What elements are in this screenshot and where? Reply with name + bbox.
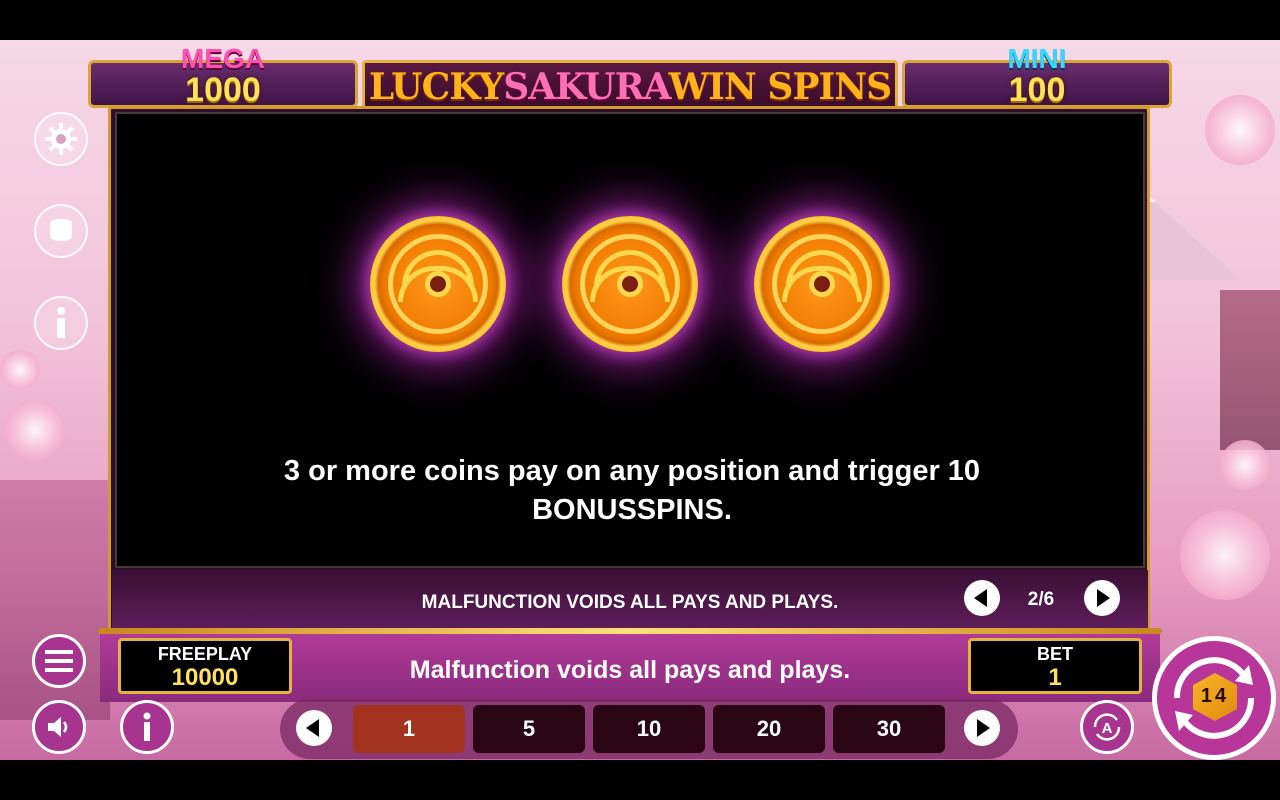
prev-page-button[interactable] [964, 580, 1000, 616]
blossom-decoration [1220, 440, 1270, 490]
balance-label: FREEPLAY [157, 644, 253, 664]
gear-icon[interactable] [34, 112, 88, 166]
chevron-right-icon [977, 719, 990, 737]
svg-text:A: A [1102, 720, 1113, 737]
gold-rail-divider [98, 628, 1162, 634]
bonus-coin-icon [754, 216, 890, 352]
bet-option[interactable]: 20 [713, 705, 825, 753]
chevron-left-icon [974, 589, 987, 607]
blossom-decoration [1180, 510, 1270, 600]
bet-prev-button[interactable] [296, 710, 332, 746]
chevron-left-icon [306, 719, 319, 737]
hamburger-menu-icon [45, 650, 73, 672]
info-icon[interactable] [34, 296, 88, 350]
sound-button[interactable] [32, 700, 86, 754]
balance-box: FREEPLAY 10000 [118, 638, 292, 694]
bet-option[interactable]: 5 [473, 705, 585, 753]
speaker-icon [48, 717, 68, 737]
paytable-panel: 3 or more coins pay on any position and … [115, 112, 1145, 568]
menu-button[interactable] [32, 634, 86, 688]
mini-jackpot: MINI 100 [902, 43, 1172, 109]
footer-message: Malfunction voids all pays and plays. [409, 656, 851, 684]
bet-label: BET [1037, 644, 1073, 664]
bet-option[interactable]: 1 [353, 705, 465, 753]
bet-option[interactable]: 10 [593, 705, 705, 753]
bet-option[interactable]: 30 [833, 705, 945, 753]
bonus-coin-icon [562, 216, 698, 352]
spin-button[interactable]: 14 [1152, 636, 1276, 760]
coin-stack-icon[interactable] [34, 204, 88, 258]
bet-next-button[interactable] [964, 710, 1000, 746]
pagoda-background [1220, 290, 1280, 450]
mega-jackpot-value: 1000 [185, 71, 261, 109]
title-part-lucky: LUCKY [368, 66, 504, 108]
title-part-winspins: WIN SPINS [668, 66, 893, 108]
game-screen: MEGA 1000 LUCKYSAKURAWIN SPINS MINI 100 [0, 40, 1280, 760]
autoplay-icon: A [1093, 713, 1121, 741]
autoplay-button[interactable]: A [1080, 700, 1134, 754]
blossom-decoration [5, 400, 65, 460]
game-title: LUCKYSAKURAWIN SPINS [365, 66, 895, 108]
page-indicator: 2/6 [1027, 589, 1055, 610]
bet-box: BET 1 [968, 638, 1142, 694]
info-icon [143, 712, 151, 741]
info-button[interactable] [120, 700, 174, 754]
game-title-banner: LUCKYSAKURAWIN SPINS [362, 60, 898, 110]
paytable-description: 3 or more coins pay on any position and … [283, 455, 981, 526]
spin-badge-digits: 14 [1200, 685, 1230, 707]
mini-jackpot-value: 100 [1008, 71, 1066, 109]
chevron-right-icon [1097, 589, 1110, 607]
blossom-decoration [0, 350, 40, 390]
paytable-disclaimer: MALFUNCTION VOIDS ALL PAYS AND PLAYS. [421, 592, 839, 613]
balance-value: 10000 [171, 664, 239, 691]
bonus-coin-icon [370, 216, 506, 352]
mega-jackpot: MEGA 1000 [88, 43, 358, 109]
next-page-button[interactable] [1084, 580, 1120, 616]
title-part-sakura: SAKURA [503, 66, 669, 108]
blossom-decoration [1205, 95, 1275, 165]
bet-value: 1 [1048, 664, 1062, 691]
